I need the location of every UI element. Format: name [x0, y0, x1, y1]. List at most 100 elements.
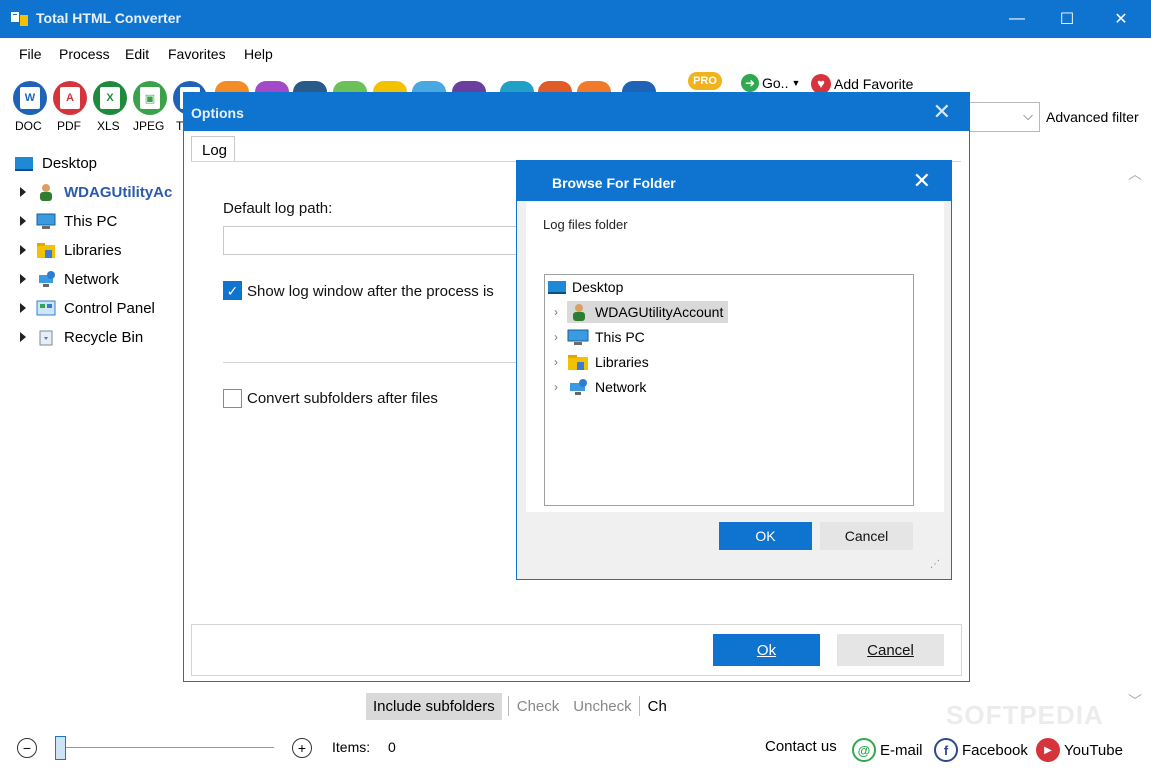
xls-button[interactable]: X [93, 81, 127, 115]
tree-item-recycle-bin[interactable]: Recycle Bin [0, 324, 143, 350]
menu-favorites[interactable]: Favorites [168, 46, 226, 62]
doc-button[interactable]: W [13, 81, 47, 115]
include-subfolders-button[interactable]: Include subfolders [366, 692, 502, 720]
pc-icon [567, 329, 589, 345]
user-icon [40, 184, 52, 201]
separator [507, 696, 509, 716]
xls-icon: X [100, 87, 120, 109]
minimize-button[interactable]: — [992, 0, 1042, 38]
window-title: Total HTML Converter [36, 10, 181, 26]
email-link[interactable]: @ E-mail [852, 738, 923, 762]
go-label: Go.. [762, 75, 789, 91]
expand-arrow-icon[interactable] [20, 332, 26, 342]
go-button[interactable]: ➜ Go.. ▼ [741, 74, 800, 92]
facebook-link[interactable]: f Facebook [934, 738, 1028, 762]
scroll-up-icon[interactable]: ︿ [1128, 164, 1142, 184]
vertical-scrollbar[interactable]: ︿ ﹀ [1124, 146, 1146, 722]
tree-label: Network [64, 270, 120, 288]
zoom-slider-thumb[interactable] [55, 736, 66, 760]
browse-item-this-pc[interactable]: › This PC [545, 325, 645, 349]
browse-close-icon[interactable]: ✕ [913, 168, 931, 194]
facebook-label: Facebook [962, 741, 1028, 759]
pdf-icon: A [60, 87, 80, 109]
watermark: SOFTPEDIA [946, 700, 1104, 730]
options-title-bar: Options ✕ [184, 93, 969, 131]
browse-item-label: Libraries [595, 354, 649, 370]
browse-item-label: This PC [595, 329, 645, 345]
tree-label: Control Panel [64, 299, 155, 317]
show-log-checkbox[interactable]: ✓ [223, 281, 242, 300]
tree-item-this-pc[interactable]: This PC [0, 208, 117, 234]
convert-subfolders-label: Convert subfolders after files [247, 390, 438, 407]
tree-item-control-panel[interactable]: Control Panel [0, 295, 155, 321]
chevron-right-icon[interactable]: › [545, 380, 567, 394]
show-log-label: Show log window after the process is [247, 283, 494, 300]
menu-help[interactable]: Help [244, 46, 273, 62]
zoom-slider-track[interactable] [66, 747, 274, 748]
menu-file[interactable]: File [19, 46, 42, 62]
filter-dropdown[interactable]: ⌵ [960, 102, 1040, 132]
default-log-path-input[interactable] [223, 226, 523, 255]
resize-grip-icon[interactable]: ⋰ [930, 559, 940, 570]
jpeg-label: JPEG [133, 119, 165, 133]
convert-subfolders-checkbox[interactable] [223, 389, 242, 408]
add-favorite-label: Add Favorite [834, 76, 914, 92]
menu-edit[interactable]: Edit [125, 46, 149, 62]
zoom-in-icon[interactable]: + [292, 738, 312, 758]
browse-folder-tree[interactable]: Desktop › WDAGUtilityAccount › This PC ›… [544, 274, 914, 506]
zoom-out-icon[interactable]: − [17, 738, 37, 758]
chevron-right-icon[interactable]: › [545, 355, 567, 369]
maximize-icon: ☐ [1059, 11, 1075, 28]
expand-arrow-icon[interactable] [20, 216, 26, 226]
network-icon [570, 379, 587, 395]
checkmark-icon: ✓ [226, 283, 239, 299]
recycle-bin-icon [39, 330, 53, 346]
expand-arrow-icon[interactable] [20, 187, 26, 197]
desktop-icon [15, 157, 33, 171]
browse-cancel-button[interactable]: Cancel [820, 522, 913, 550]
maximize-button[interactable]: ☐ [1042, 0, 1092, 38]
divider [223, 362, 523, 363]
jpeg-icon: ▣ [140, 87, 160, 109]
uncheck-button[interactable]: Uncheck [573, 698, 631, 715]
browse-item-label: Network [595, 379, 647, 395]
expand-arrow-icon[interactable] [20, 303, 26, 313]
options-close-icon[interactable]: ✕ [933, 99, 951, 125]
browse-item-label: WDAGUtilityAccount [595, 304, 724, 320]
pro-badge: PRO [688, 72, 722, 90]
options-title: Options [191, 105, 244, 121]
tree-label: Recycle Bin [64, 328, 144, 346]
ch-button[interactable]: Ch [648, 698, 667, 715]
cancel-button[interactable]: Cancel [837, 634, 944, 666]
expand-arrow-icon[interactable] [20, 274, 26, 284]
desktop-icon [548, 281, 566, 294]
chevron-right-icon[interactable]: › [545, 330, 567, 344]
menu-process[interactable]: Process [59, 46, 110, 62]
youtube-icon: ▶ [1036, 738, 1060, 762]
check-button[interactable]: Check [517, 698, 560, 715]
tree-item-network[interactable]: Network [0, 266, 119, 292]
browse-item-desktop[interactable]: Desktop [547, 275, 623, 299]
close-button[interactable]: ✕ [1096, 0, 1146, 38]
browse-item-user[interactable]: › WDAGUtilityAccount [545, 300, 729, 324]
ok-button[interactable]: Ok [713, 634, 820, 666]
tree-item-libraries[interactable]: Libraries [0, 237, 122, 263]
chevron-right-icon[interactable]: › [545, 305, 567, 319]
tree-item-user[interactable]: WDAGUtilityAc [0, 179, 172, 205]
advanced-filter-label[interactable]: Advanced filter [1046, 109, 1139, 125]
jpeg-button[interactable]: ▣ [133, 81, 167, 115]
browse-ok-button[interactable]: OK [719, 522, 812, 550]
scroll-down-icon[interactable]: ﹀ [1128, 691, 1142, 711]
browse-item-libraries[interactable]: › Libraries [545, 350, 649, 374]
expand-arrow-icon[interactable] [20, 245, 26, 255]
chevron-down-icon: ⌵ [1023, 108, 1033, 123]
tree-item-desktop[interactable]: Desktop [0, 150, 97, 176]
add-favorite-button[interactable]: ♥ Add Favorite [811, 74, 913, 94]
youtube-link[interactable]: ▶ YouTube [1036, 738, 1123, 762]
pc-icon [36, 213, 56, 229]
browse-item-network[interactable]: › Network [545, 375, 646, 399]
tab-log[interactable]: Log [191, 136, 235, 162]
libraries-icon [37, 243, 55, 258]
minimize-icon: — [1009, 10, 1025, 27]
pdf-button[interactable]: A [53, 81, 87, 115]
